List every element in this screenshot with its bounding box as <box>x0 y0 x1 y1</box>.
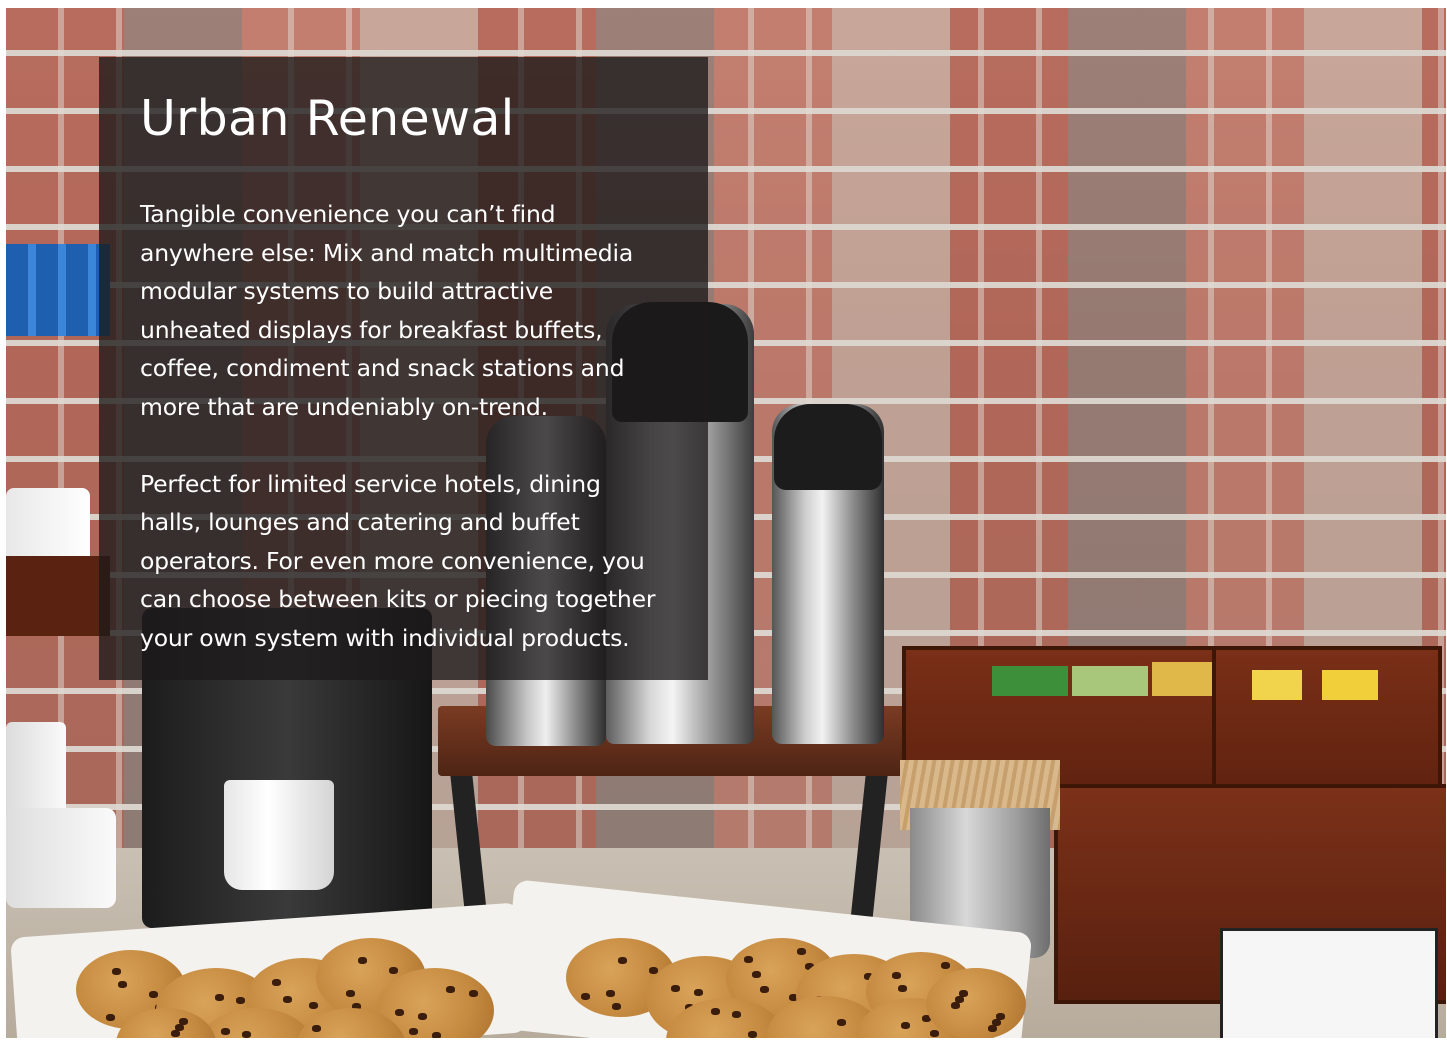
chocolate-chip <box>272 979 281 986</box>
chocolate-chip <box>744 956 753 963</box>
chocolate-chip <box>106 1014 115 1021</box>
chocolate-chip <box>671 985 680 992</box>
cookie <box>926 968 1026 1038</box>
chocolate-chip <box>618 957 627 964</box>
chocolate-chip <box>951 1002 960 1009</box>
chocolate-chip <box>797 948 806 955</box>
tea-packets <box>1072 666 1148 696</box>
chocolate-chip <box>988 1025 997 1032</box>
chocolate-chip <box>283 996 292 1003</box>
chocolate-chip <box>992 1019 1001 1026</box>
bowl-stack <box>6 808 116 908</box>
chocolate-chip <box>312 1025 321 1032</box>
tea-packets <box>1152 662 1212 696</box>
chocolate-chip <box>358 957 367 964</box>
airpot-lid <box>774 404 882 490</box>
chocolate-chip <box>112 968 121 975</box>
chocolate-chip <box>221 1028 230 1035</box>
chocolate-chip <box>941 962 950 969</box>
chocolate-chip <box>215 994 224 1001</box>
chocolate-chip <box>837 1019 846 1026</box>
chocolate-chip <box>959 990 968 997</box>
tea-packets <box>992 666 1068 696</box>
chocolate-chip <box>236 997 245 1004</box>
panel-paragraph-1: Tangible convenience you can’t find anyw… <box>140 200 634 421</box>
chocolate-chip <box>432 1032 441 1038</box>
wood-shelf-left <box>6 556 110 636</box>
chocolate-chip <box>418 1013 427 1020</box>
panel-paragraph-2: Perfect for limited service hotels, dini… <box>140 469 656 652</box>
chocolate-chip <box>748 1031 757 1038</box>
chocolate-chip <box>711 1008 720 1015</box>
chocolate-chip <box>469 990 478 997</box>
chocolate-chip <box>606 990 615 997</box>
chocolate-chip <box>612 1003 621 1010</box>
creamer-caddy <box>6 244 110 336</box>
chocolate-chip <box>901 1022 910 1029</box>
chocolate-chip <box>581 993 590 1000</box>
panel-title: Urban Renewal <box>140 90 515 147</box>
chocolate-chip <box>149 991 158 998</box>
chocolate-chip <box>996 1013 1005 1020</box>
chocolate-chip <box>179 1018 188 1025</box>
chocolate-chip <box>760 986 769 993</box>
chocolate-chip <box>892 972 901 979</box>
chocolate-chip <box>752 971 761 978</box>
chocolate-chip <box>446 986 455 993</box>
chocolate-chip <box>395 1009 404 1016</box>
chocolate-chip <box>118 981 127 988</box>
chocolate-chip <box>242 1031 251 1038</box>
chocolate-chip <box>732 1011 741 1018</box>
sugar-packets <box>1322 670 1378 700</box>
chocolate-chip <box>309 1002 318 1009</box>
chocolate-chip <box>955 996 964 1003</box>
text-panel: Urban Renewal Tangible convenience you c… <box>99 57 708 680</box>
chocolate-chip <box>346 990 355 997</box>
napkin-holder <box>1220 928 1438 1038</box>
coffee-mug <box>224 780 334 890</box>
chocolate-chip <box>175 1024 184 1031</box>
chocolate-chip <box>930 1030 939 1037</box>
sugar-packets <box>1252 670 1302 700</box>
chocolate-chip <box>171 1030 180 1037</box>
chocolate-chip <box>898 985 907 992</box>
chocolate-chip <box>389 967 398 974</box>
chocolate-chip <box>694 989 703 996</box>
chocolate-chip <box>409 1028 418 1035</box>
